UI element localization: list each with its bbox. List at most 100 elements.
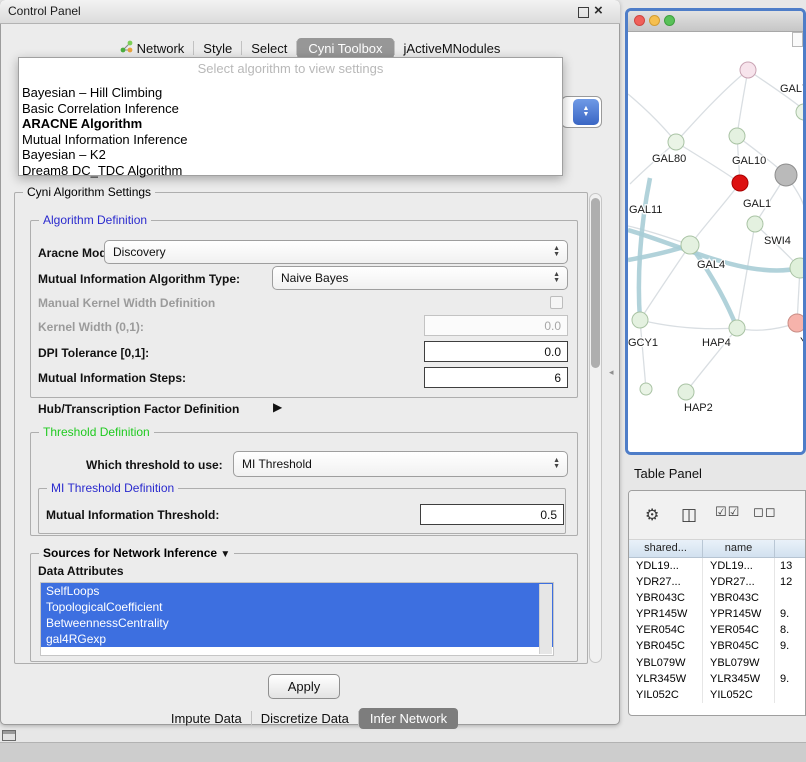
- table-cell: 8.: [775, 622, 805, 638]
- data-attribute-item[interactable]: TopologicalCoefficient: [41, 599, 553, 615]
- network-edge: [640, 320, 737, 329]
- bottom-tab-discretize-data[interactable]: Discretize Data: [252, 708, 358, 729]
- table-row[interactable]: YBR045CYBR045C9.: [629, 638, 805, 654]
- close-traffic-light-icon[interactable]: [634, 15, 645, 26]
- network-edge: [640, 320, 646, 389]
- expand-arrow-icon[interactable]: ▼: [220, 549, 230, 560]
- network-node[interactable]: [729, 320, 745, 336]
- tab-cyni-toolbox[interactable]: Cyni Toolbox: [297, 38, 393, 59]
- control-panel-titlebar[interactable]: Control Panel ×: [0, 0, 620, 24]
- column-header-shared-name[interactable]: shared...: [629, 540, 703, 557]
- mi-threshold-group-title: MI Threshold Definition: [47, 481, 178, 495]
- which-threshold-combobox[interactable]: MI Threshold ▲▼: [233, 451, 568, 477]
- table-row[interactable]: YPR145WYPR145W9.: [629, 606, 805, 622]
- network-canvas-area[interactable]: GAL7GAL80GAL10GAL11GAL1SWI4GAL4GCY1HAP4H…: [628, 32, 803, 455]
- dpi-tolerance-field[interactable]: [424, 341, 568, 362]
- network-node[interactable]: [681, 236, 699, 254]
- network-node[interactable]: [790, 258, 803, 278]
- table-row[interactable]: YER054CYER054C8.: [629, 622, 805, 638]
- column-header-name[interactable]: name: [703, 540, 775, 557]
- mi-type-combobox[interactable]: Naive Bayes ▲▼: [272, 266, 568, 290]
- kernel-width-label: Kernel Width (0,1):: [38, 320, 144, 334]
- table-cell: 9.: [775, 606, 805, 622]
- network-node[interactable]: [668, 134, 684, 150]
- network-node[interactable]: [640, 383, 652, 395]
- attributes-scrollbar[interactable]: [539, 584, 552, 654]
- table-row[interactable]: YDL19...YDL19...13: [629, 558, 805, 574]
- manual-kernel-checkbox[interactable]: [550, 296, 563, 309]
- network-node[interactable]: [788, 314, 803, 332]
- combobox-arrows-icon[interactable]: ▲▼: [573, 99, 599, 125]
- network-node[interactable]: [729, 128, 745, 144]
- clear-checkboxes-icon[interactable]: ◻◻: [753, 505, 777, 520]
- network-scroll-corner[interactable]: [792, 32, 803, 47]
- network-node[interactable]: [775, 164, 797, 186]
- table-cell: YER054C: [703, 622, 775, 638]
- combobox-arrows-icon: ▲▼: [553, 272, 567, 284]
- table-row[interactable]: YLR345WYLR345W9.: [629, 671, 805, 687]
- table-body: YDL19...YDL19...13YDR27...YDR27...12YBR0…: [629, 558, 805, 703]
- data-attributes-list[interactable]: SelfLoopsTopologicalCoefficientBetweenne…: [40, 582, 554, 656]
- table-cell: YBR043C: [629, 590, 703, 606]
- tab-network[interactable]: Network: [111, 37, 194, 59]
- network-icon: [120, 40, 133, 56]
- table-row[interactable]: YDR27...YDR27...12: [629, 574, 805, 590]
- apply-button[interactable]: Apply: [268, 674, 340, 699]
- mi-steps-field[interactable]: [424, 367, 568, 388]
- bottom-tab-impute-data[interactable]: Impute Data: [162, 708, 251, 729]
- which-threshold-label: Which threshold to use:: [86, 458, 223, 472]
- algorithm-option[interactable]: Basic Correlation Inference: [19, 101, 562, 117]
- close-icon[interactable]: ×: [594, 1, 603, 21]
- splitter-collapse-icon[interactable]: ◂: [609, 367, 614, 378]
- table-row[interactable]: YBL079WYBL079W: [629, 655, 805, 671]
- network-node[interactable]: [678, 384, 694, 400]
- tab-style[interactable]: Style: [194, 38, 241, 59]
- network-node-label: GAL1: [743, 198, 771, 210]
- algorithm-option[interactable]: Bayesian – Hill Climbing: [19, 85, 562, 101]
- table-row[interactable]: YBR043CYBR043C: [629, 590, 805, 606]
- data-attribute-item[interactable]: SelfLoops: [41, 583, 553, 599]
- network-canvas[interactable]: GAL7GAL80GAL10GAL11GAL1SWI4GAL4GCY1HAP4H…: [628, 32, 803, 455]
- aracne-mode-combobox[interactable]: Discovery ▲▼: [104, 240, 568, 264]
- select-all-checkboxes-icon[interactable]: ☑☑: [715, 505, 740, 520]
- network-node[interactable]: [747, 216, 763, 232]
- network-node[interactable]: [796, 104, 803, 120]
- settings-scrollbar-thumb[interactable]: [591, 198, 600, 368]
- zoom-traffic-light-icon[interactable]: [664, 15, 675, 26]
- settings-scrollbar[interactable]: [589, 193, 602, 663]
- restore-icon[interactable]: [578, 7, 589, 18]
- tab-jactivemnodules[interactable]: jActiveMNodules: [395, 38, 510, 59]
- kernel-width-field[interactable]: [424, 315, 568, 336]
- column-header-extra[interactable]: [775, 540, 805, 557]
- data-attribute-item[interactable]: BetweennessCentrality: [41, 615, 553, 631]
- mi-threshold-field[interactable]: [420, 504, 564, 525]
- tab-select[interactable]: Select: [242, 38, 296, 59]
- minimized-window-icon[interactable]: [2, 730, 16, 741]
- network-node[interactable]: [740, 62, 756, 78]
- algorithm-option[interactable]: Dream8 DC_TDC Algorithm: [19, 163, 562, 179]
- gear-icon[interactable]: ⚙: [645, 505, 660, 524]
- table-cell: YBR045C: [703, 638, 775, 654]
- network-node-label: Y: [800, 336, 803, 348]
- collapse-arrow-icon[interactable]: ▶: [273, 400, 282, 414]
- mi-type-value: Naive Bayes: [273, 271, 553, 285]
- data-attribute-item[interactable]: gal4RGexp: [41, 631, 553, 647]
- table-panel-title: Table Panel: [634, 466, 702, 481]
- hub-section-label[interactable]: Hub/Transcription Factor Definition: [38, 402, 239, 416]
- network-node[interactable]: [732, 175, 748, 191]
- table-row[interactable]: YIL052CYIL052C: [629, 687, 805, 703]
- network-edge: [737, 70, 748, 136]
- sources-title[interactable]: Sources for Network Inference ▼: [39, 546, 234, 560]
- columns-icon[interactable]: ◫: [681, 505, 698, 525]
- bottom-tab-infer-network[interactable]: Infer Network: [359, 708, 458, 729]
- network-node[interactable]: [632, 312, 648, 328]
- algorithm-option[interactable]: Bayesian – K2: [19, 147, 562, 163]
- network-view-window[interactable]: GAL7GAL80GAL10GAL11GAL1SWI4GAL4GCY1HAP4H…: [625, 8, 806, 455]
- table-cell: YDR27...: [629, 574, 703, 590]
- network-window-titlebar[interactable]: [628, 11, 803, 32]
- aracne-mode-value: Discovery: [105, 245, 553, 259]
- minimize-traffic-light-icon[interactable]: [649, 15, 660, 26]
- algorithm-option[interactable]: Mutual Information Inference: [19, 132, 562, 148]
- algorithm-option[interactable]: ARACNE Algorithm: [19, 116, 562, 132]
- algorithm-combobox[interactable]: ▲▼: [561, 96, 602, 128]
